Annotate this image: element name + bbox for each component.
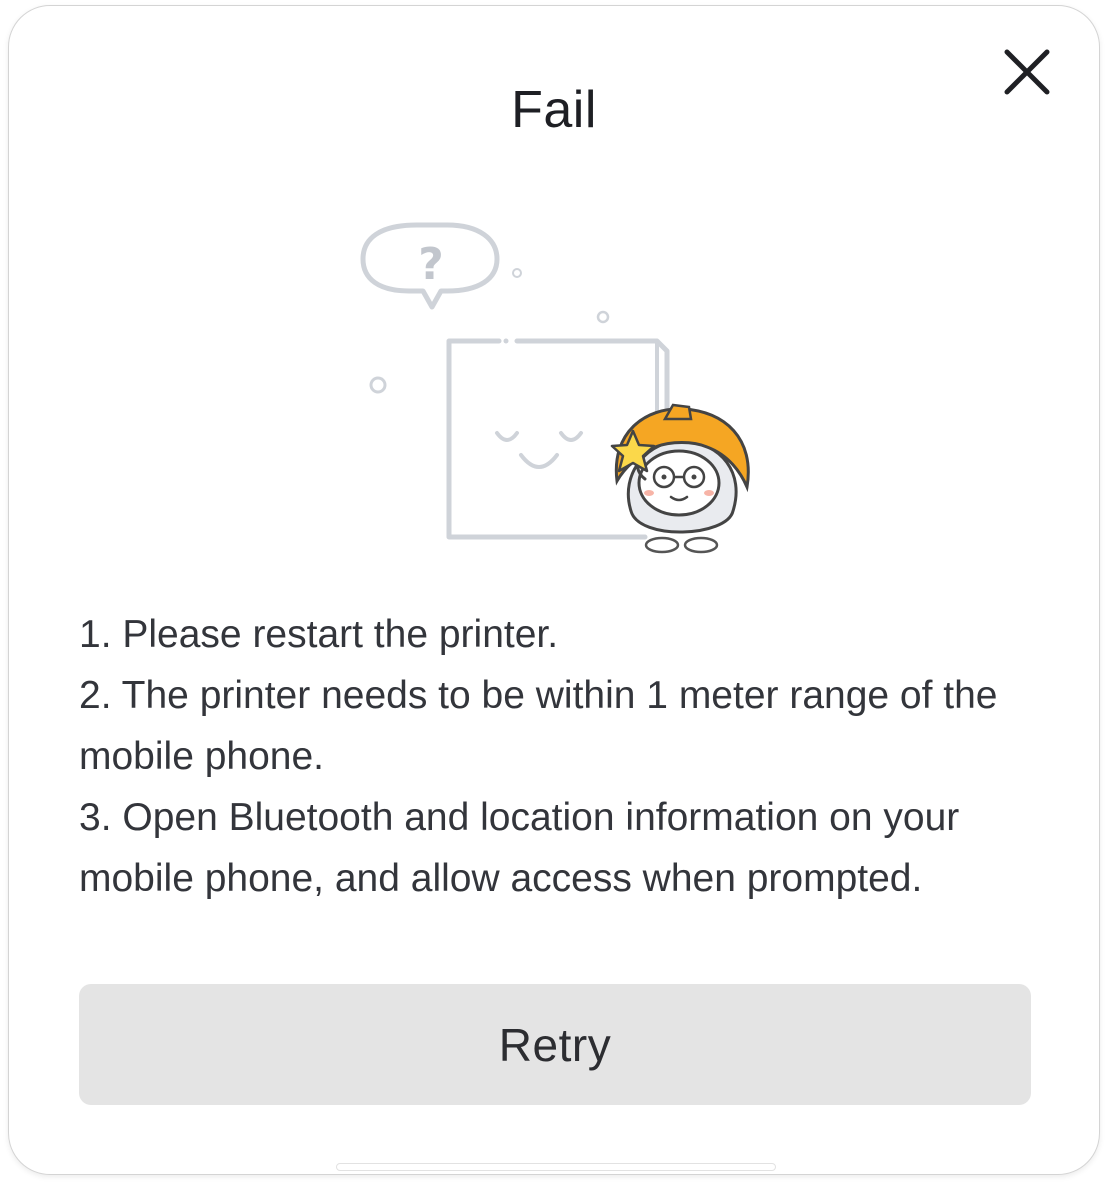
instructions-list: 1. Please restart the printer. 2. The pr… (79, 604, 1049, 909)
instruction-item-3: 3. Open Bluetooth and location informati… (79, 796, 960, 900)
svg-text:?: ? (418, 239, 444, 290)
dialog-title: Fail (511, 81, 597, 139)
retry-button[interactable]: Retry (79, 984, 1031, 1105)
printer-mascot-illustration: ? (349, 211, 769, 561)
close-icon (1004, 49, 1050, 95)
instruction-item-1: 1. Please restart the printer. (79, 613, 559, 656)
question-bubble-icon: ? (360, 222, 500, 310)
close-button[interactable] (993, 38, 1061, 106)
retry-button-label: Retry (498, 1018, 612, 1071)
instruction-item-2: 2. The printer needs to be within 1 mete… (79, 674, 998, 778)
mascot-icon (610, 403, 750, 554)
fail-dialog: Fail ? 1. Please restart the printer. 2.… (8, 5, 1100, 1175)
home-indicator (336, 1163, 776, 1171)
